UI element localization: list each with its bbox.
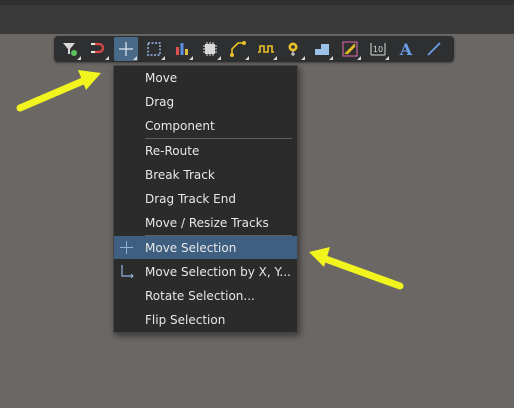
yellow-arrow-menu bbox=[309, 247, 404, 290]
yellow-arrow-toolbar bbox=[16, 70, 101, 112]
annotation-overlay bbox=[16, 70, 404, 290]
